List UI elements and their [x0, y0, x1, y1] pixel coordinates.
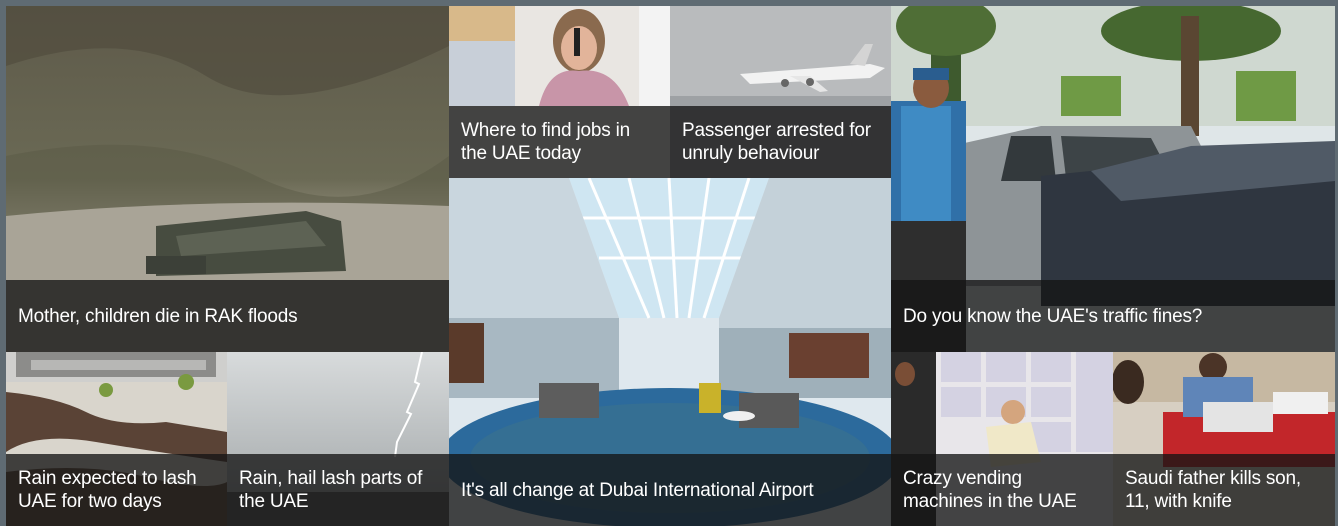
tile-rain-expected[interactable]: Rain expected to lash UAE for two days [6, 352, 227, 526]
tile-traffic-fines[interactable]: Do you know the UAE's traffic fines? [891, 6, 1335, 352]
tile-vending[interactable]: Crazy vending machines in the UAE [891, 352, 1113, 526]
tile-jobs[interactable]: Where to find jobs in the UAE today [449, 6, 670, 178]
tile-rak-floods[interactable]: Mother, children die in RAK floods [6, 6, 449, 352]
tile-caption: Rain, hail lash parts of the UAE [227, 454, 449, 526]
tile-caption: Where to find jobs in the UAE today [449, 106, 670, 178]
tile-saudi-father[interactable]: Saudi father kills son, 11, with knife [1113, 352, 1335, 526]
news-tile-grid: Mother, children die in RAK floods Where… [6, 6, 1335, 526]
tile-caption: Saudi father kills son, 11, with knife [1113, 454, 1335, 526]
tile-caption: Do you know the UAE's traffic fines? [891, 280, 1335, 352]
tile-airport[interactable]: It's all change at Dubai International A… [449, 178, 891, 526]
tile-caption: Rain expected to lash UAE for two days [6, 454, 227, 526]
tile-passenger[interactable]: Passenger arrested for unruly behaviour [670, 6, 891, 178]
tile-caption: Mother, children die in RAK floods [6, 280, 449, 352]
tile-caption: It's all change at Dubai International A… [449, 454, 891, 526]
tile-caption: Crazy vending machines in the UAE [891, 454, 1113, 526]
tile-caption: Passenger arrested for unruly behaviour [670, 106, 891, 178]
tile-rain-hail[interactable]: Rain, hail lash parts of the UAE [227, 352, 449, 526]
